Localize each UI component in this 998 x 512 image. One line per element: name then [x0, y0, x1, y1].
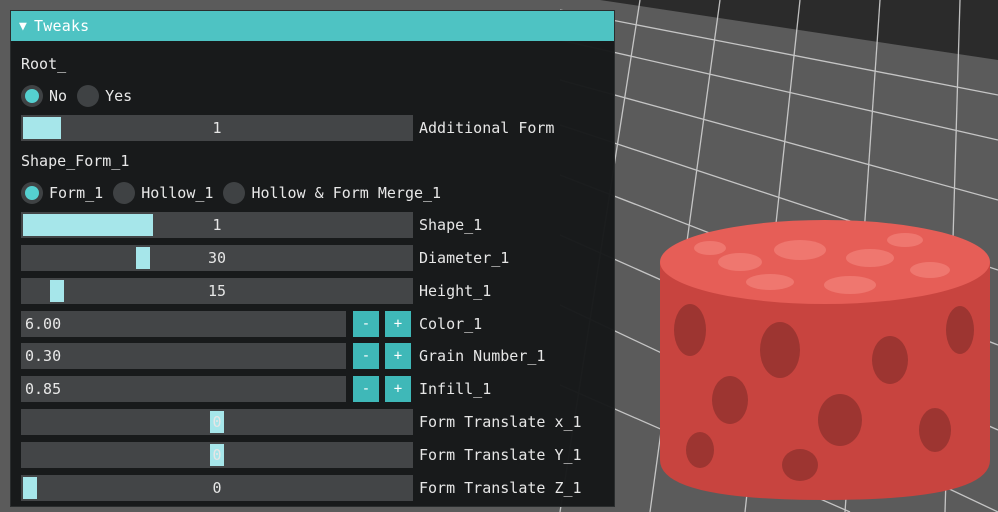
- radio-label: Form_1: [49, 184, 104, 202]
- shape-option-form[interactable]: Form_1: [21, 182, 103, 204]
- grain-number-increment-button[interactable]: +: [385, 343, 411, 369]
- form-translate-y-slider[interactable]: 0: [21, 442, 413, 468]
- grain-number-label: Grain Number_1: [419, 347, 546, 365]
- radio-selected-icon[interactable]: [21, 182, 43, 204]
- slider-value: 1: [212, 119, 222, 137]
- collapse-arrow-icon[interactable]: ▼: [19, 19, 27, 34]
- infill-label: Infill_1: [419, 380, 492, 398]
- diameter-slider[interactable]: 30: [21, 245, 413, 271]
- radio-selected-icon[interactable]: [21, 85, 43, 107]
- root-label: Root_: [21, 55, 67, 73]
- form-translate-z-label: Form Translate Z_1: [419, 479, 582, 497]
- infill-increment-button[interactable]: +: [385, 376, 411, 402]
- shape-form-label: Shape_Form_1: [21, 152, 130, 170]
- radio-unselected-icon[interactable]: [77, 85, 100, 107]
- textured-cylinder-object: [660, 220, 990, 500]
- form-translate-x-slider[interactable]: 0: [21, 409, 413, 435]
- form-translate-y-label: Form Translate Y_1: [419, 446, 582, 464]
- slider-value: 1: [212, 216, 222, 234]
- slider-value: 0: [212, 413, 222, 431]
- radio-unselected-icon[interactable]: [223, 182, 246, 204]
- color-label: Color_1: [419, 315, 483, 333]
- radio-label: Hollow_1: [141, 184, 214, 202]
- height-label: Height_1: [419, 282, 492, 300]
- radio-unselected-icon[interactable]: [113, 182, 136, 204]
- slider-value: 0: [212, 479, 222, 497]
- root-option-no[interactable]: No: [21, 85, 67, 107]
- color-input[interactable]: 6.00: [21, 311, 346, 337]
- shape-form-radio-group: Form_1 Hollow_1 Hollow & Form Merge_1: [21, 182, 445, 204]
- form-translate-z-slider[interactable]: 0: [21, 475, 413, 501]
- slider-value: 30: [207, 249, 227, 267]
- color-decrement-button[interactable]: -: [353, 311, 379, 337]
- shape-label: Shape_1: [419, 216, 483, 234]
- grain-number-decrement-button[interactable]: -: [353, 343, 379, 369]
- slider-value: 0: [212, 446, 222, 464]
- root-radio-group: No Yes: [21, 85, 136, 107]
- color-increment-button[interactable]: +: [385, 311, 411, 337]
- shape-option-hollow[interactable]: Hollow_1: [113, 182, 213, 204]
- radio-label: Yes: [105, 87, 133, 105]
- diameter-label: Diameter_1: [419, 249, 510, 267]
- shape-slider[interactable]: 1: [21, 212, 413, 238]
- infill-decrement-button[interactable]: -: [353, 376, 379, 402]
- infill-input[interactable]: 0.85: [21, 376, 346, 402]
- height-slider[interactable]: 15: [21, 278, 413, 304]
- radio-label: Hollow & Form Merge_1: [251, 184, 442, 202]
- root-option-yes[interactable]: Yes: [77, 85, 132, 107]
- additional-form-slider[interactable]: 1: [21, 115, 413, 141]
- panel-titlebar[interactable]: ▼ Tweaks: [11, 11, 614, 41]
- slider-value: 15: [207, 282, 227, 300]
- shape-option-hollow-form-merge[interactable]: Hollow & Form Merge_1: [223, 182, 441, 204]
- tweaks-panel: ▼ Tweaks Root_ No Yes 1 Additional Form …: [10, 10, 615, 507]
- radio-label: No: [49, 87, 68, 105]
- grain-number-input[interactable]: 0.30: [21, 343, 346, 369]
- additional-form-label: Additional Form: [419, 119, 555, 137]
- form-translate-x-label: Form Translate x_1: [419, 413, 582, 431]
- panel-title: Tweaks: [34, 17, 90, 35]
